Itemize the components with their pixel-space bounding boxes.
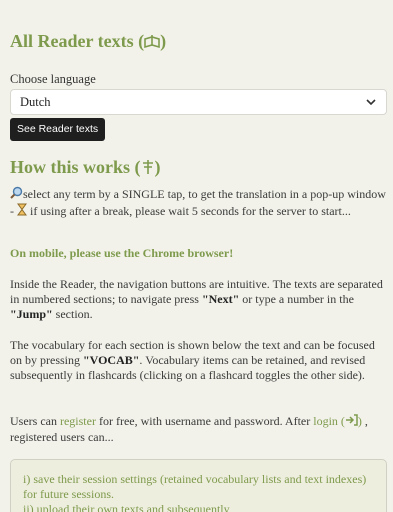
magnifier-icon — [10, 186, 23, 203]
nav-text-3: section. — [55, 307, 93, 321]
users-text-2: for free, with username and password. Af… — [98, 414, 311, 428]
signpost-icon: () — [134, 157, 161, 177]
login-link-close: ) — [357, 414, 362, 428]
register-link[interactable]: register — [60, 414, 96, 428]
nav-jump-keyword: "Jump" — [10, 307, 53, 321]
book-icon: () — [138, 31, 167, 51]
how-title-text: How this works — [10, 157, 131, 177]
users-paragraph: Users can register for free, with userna… — [10, 414, 386, 445]
login-arrow-icon — [345, 414, 358, 430]
mobile-note: On mobile, please use the Chrome browser… — [10, 246, 234, 260]
users-text-1: Users can — [10, 414, 57, 428]
login-link[interactable]: login () — [313, 414, 362, 428]
vocab-keyword: "VOCAB" — [83, 353, 140, 367]
hourglass-icon — [17, 203, 27, 220]
benefit-item-1: i) save their session settings (retained… — [23, 472, 367, 501]
nav-next-keyword: "Next" — [201, 292, 240, 306]
nav-text-2: or type a number in the — [242, 292, 354, 306]
login-link-text: login ( — [313, 414, 345, 428]
how-this-works-heading: How this works () — [10, 156, 161, 178]
chevron-down-icon — [366, 99, 376, 106]
see-reader-texts-button[interactable]: See Reader texts — [10, 118, 106, 141]
benefit-item-2: ii) upload their own texts and subsequen… — [23, 502, 230, 512]
language-label: Choose language — [10, 72, 96, 86]
page: All Reader texts () Choose language Dutc… — [0, 0, 393, 512]
vocabulary-paragraph: The vocabulary for each section is shown… — [10, 338, 386, 383]
benefits-box: i) save their session settings (retained… — [10, 459, 387, 512]
intro-paragraph: select any term by a SINGLE tap, to get … — [10, 186, 386, 220]
intro-text-2: if using after a break, please wait 5 se… — [30, 204, 351, 218]
page-title: All Reader texts () — [10, 30, 166, 52]
page-title-text: All Reader texts — [10, 31, 134, 51]
navigation-paragraph: Inside the Reader, the navigation button… — [10, 277, 386, 322]
language-select-value: Dutch — [20, 95, 51, 109]
language-select[interactable]: Dutch — [10, 89, 387, 115]
